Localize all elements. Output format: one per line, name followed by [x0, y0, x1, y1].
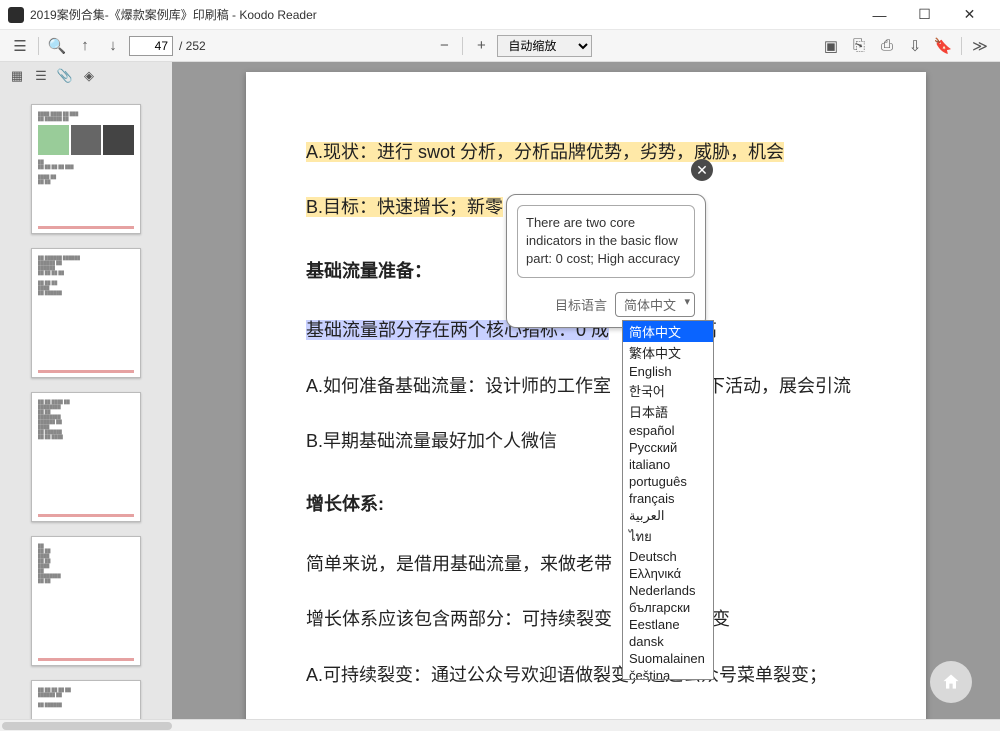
page-total-label: / 252 [179, 39, 206, 53]
separator [961, 37, 962, 55]
thumbnails-view-button[interactable]: ▦ [6, 65, 28, 87]
download-button[interactable]: ⇩ [903, 34, 927, 58]
separator [38, 37, 39, 55]
paragraph: A.如何准备基础流量：设计师的工作室 ，线下活动，展会引流 [306, 366, 866, 407]
text: 变 [712, 609, 730, 629]
zoom-mode-select[interactable]: 自动缩放 [497, 35, 592, 57]
window-title: 2019案例合集-《爆款案例库》印刷稿 - Koodo Reader [30, 6, 857, 23]
page-number-input[interactable] [129, 36, 173, 56]
language-option[interactable]: français [623, 490, 713, 507]
attachments-view-button[interactable]: 📎 [54, 65, 76, 87]
page-thumbnail[interactable]: ██ ██████ ████████████ ██████████ ██ ██ … [31, 248, 141, 378]
presentation-button[interactable]: ▣ [819, 34, 843, 58]
zoom-in-button[interactable]: + [469, 34, 493, 58]
highlight: B.目标：快速增长；新零 [306, 197, 503, 217]
horizontal-scrollbar[interactable] [0, 719, 1000, 731]
window-close-button[interactable]: ✕ [947, 1, 992, 29]
language-option[interactable]: 繁体中文 [623, 342, 713, 363]
window-minimize-button[interactable]: — [857, 1, 902, 29]
layers-view-button[interactable]: ◈ [78, 65, 100, 87]
page-up-button[interactable]: ↑ [73, 34, 97, 58]
window-maximize-button[interactable]: ☐ [902, 1, 947, 29]
language-option[interactable]: dansk [623, 633, 713, 650]
language-option[interactable]: čeština [623, 667, 713, 680]
paragraph: A.可持续裂变：通过公众号欢迎语做裂变；通过公众号菜单裂变； [306, 655, 866, 696]
translation-popup: ✕ There are two core indicators in the b… [506, 194, 706, 328]
highlight: A.现状：进行 swot 分析，分析品牌优势，劣势，威胁，机会 [306, 142, 784, 162]
paragraph: 增长体系应该包含两部分：可持续裂变 变 [306, 599, 866, 640]
language-option[interactable]: English [623, 363, 713, 380]
search-button[interactable]: 🔍 [45, 34, 69, 58]
page-thumbnail[interactable]: ██ ██ ████ ████████████ ████████████████… [31, 392, 141, 522]
scrollbar-thumb[interactable] [2, 722, 172, 730]
thumbnails-sidebar[interactable]: ████ ████ ██ █████ ██████ ██ ████ ██ ██ … [0, 90, 172, 719]
language-option[interactable]: Deutsch [623, 548, 713, 565]
language-option[interactable]: 한국어 [623, 380, 713, 401]
language-option[interactable]: Русский [623, 439, 713, 456]
zoom-out-button[interactable]: − [432, 34, 456, 58]
heading: 增长体系: [306, 484, 866, 525]
sidebar-toggle-button[interactable]: ☰ [8, 34, 32, 58]
target-language-label: 目标语言 [555, 295, 607, 314]
language-option[interactable]: 简体中文 [623, 321, 713, 342]
paragraph: A.现状：进行 swot 分析，分析品牌优势，劣势，威胁，机会 [306, 132, 866, 173]
separator [462, 37, 463, 55]
open-file-button[interactable]: ⎘ [847, 34, 871, 58]
language-option[interactable]: Nederlands [623, 582, 713, 599]
document-page: A.现状：进行 swot 分析，分析品牌优势，劣势，威胁，机会 B.目标：快速增… [246, 72, 926, 719]
page-down-button[interactable]: ↓ [101, 34, 125, 58]
main-toolbar: ☰ 🔍 ↑ ↓ / 252 − + 自动缩放 ▣ ⎘ ⎙ ⇩ 🔖 ≫ [0, 30, 1000, 62]
target-language-select[interactable]: 简体中文 [615, 292, 695, 317]
language-option[interactable]: ไทย [623, 525, 713, 548]
bookmark-button[interactable]: 🔖 [931, 34, 955, 58]
language-option[interactable]: العربية [623, 507, 713, 525]
page-thumbnail[interactable]: ████ ████ ██ █████ ██████ ██ ████ ██ ██ … [31, 104, 141, 234]
print-button[interactable]: ⎙ [875, 34, 899, 58]
sidebar-toolbar: ▦ ☰ 📎 ◈ [0, 62, 130, 90]
paragraph: 简单来说，是借用基础流量，来做老带 [306, 544, 866, 585]
more-tools-button[interactable]: ≫ [968, 34, 992, 58]
language-option[interactable]: Suomalainen [623, 650, 713, 667]
window-titlebar: 2019案例合集-《爆款案例库》印刷稿 - Koodo Reader — ☐ ✕ [0, 0, 1000, 30]
popup-close-button[interactable]: ✕ [691, 159, 713, 181]
language-option[interactable]: italiano [623, 456, 713, 473]
text: 增长体系应该包含两部分：可持续裂变 [306, 609, 612, 629]
page-thumbnail[interactable]: ████ ████████ ██████████████████ ██ [31, 536, 141, 666]
language-dropdown-list: 简体中文 繁体中文 English 한국어 日本語 español Русски… [622, 320, 714, 680]
language-option[interactable]: 日本語 [623, 401, 713, 422]
outline-view-button[interactable]: ☰ [30, 65, 52, 87]
home-icon [941, 672, 961, 692]
paragraph: B.早期基础流量最好加个人微信 [306, 421, 866, 462]
document-viewport[interactable]: A.现状：进行 swot 分析，分析品牌优势，劣势，威胁，机会 B.目标：快速增… [172, 62, 1000, 719]
app-icon [8, 7, 24, 23]
translation-result-text: There are two core indicators in the bas… [517, 205, 695, 278]
language-option[interactable]: български [623, 599, 713, 616]
language-option[interactable]: Eestlane [623, 616, 713, 633]
language-option[interactable]: português [623, 473, 713, 490]
language-option[interactable]: Ελληνικά [623, 565, 713, 582]
home-floating-button[interactable] [930, 661, 972, 703]
page-thumbnail[interactable]: ██ ██ ██ ██ ████████ ████ ██████ [31, 680, 141, 719]
language-option[interactable]: español [623, 422, 713, 439]
text: A.如何准备基础流量：设计师的工作室 [306, 376, 611, 396]
